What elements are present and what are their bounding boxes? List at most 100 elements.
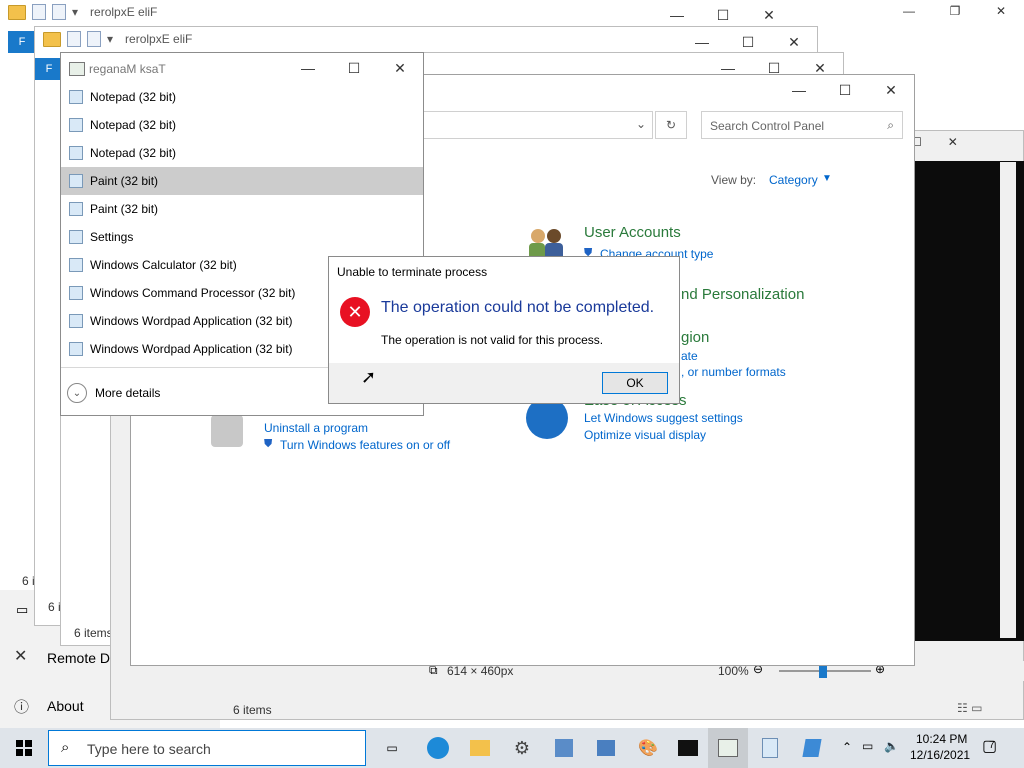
clock-date[interactable]: 12/16/2021	[910, 748, 970, 762]
region-link[interactable]: ate	[681, 349, 698, 363]
maximize-button[interactable]: ☐	[331, 53, 377, 83]
chevron-down-icon: ⌄	[67, 383, 87, 403]
network-icon[interactable]: ▭	[862, 739, 873, 753]
process-label: Paint (32 bit)	[90, 174, 159, 188]
maximize-button[interactable]: ☐	[822, 75, 868, 105]
process-label: Notepad (32 bit)	[90, 90, 177, 104]
uninstall-program-link[interactable]: Uninstall a program	[264, 421, 368, 435]
process-row[interactable]: Paint (32 bit)	[61, 167, 423, 195]
paint-icon	[69, 202, 83, 216]
task-view-icon[interactable]: ▭	[372, 728, 412, 768]
chevron-up-icon[interactable]: ⌃	[842, 740, 852, 754]
chevron-down-icon[interactable]: ⌄	[636, 117, 646, 131]
gear-icon	[69, 230, 83, 244]
users-icon	[529, 227, 569, 257]
control-panel-icon[interactable]	[544, 728, 584, 768]
process-row[interactable]: Paint (32 bit)	[61, 195, 423, 223]
paint-icon[interactable]: 🎨	[628, 728, 668, 768]
volume-icon[interactable]: 🔈	[884, 739, 899, 753]
window-title: rerolpxE eliF	[90, 5, 158, 19]
region-formats-link[interactable]: , or number formats	[681, 365, 786, 379]
file-tab[interactable]: F	[35, 58, 63, 80]
about-item[interactable]: About	[47, 698, 84, 714]
zoom-level: 100%	[718, 664, 749, 678]
appearance-heading[interactable]: nd Personalization	[681, 286, 804, 303]
suggest-settings-link[interactable]: Let Windows suggest settings	[584, 411, 743, 425]
address-bar[interactable]: ⌄	[421, 111, 653, 139]
process-row[interactable]: Notepad (32 bit)	[61, 83, 423, 111]
zoom-slider-thumb[interactable]	[819, 664, 827, 678]
properties-icon[interactable]	[67, 31, 81, 47]
notepad-icon	[69, 146, 83, 160]
process-label: Windows Command Processor (32 bit)	[90, 286, 296, 300]
start-button[interactable]	[4, 728, 44, 768]
paint-title-controls: ☐ ✕	[911, 135, 958, 149]
view-by-dropdown[interactable]: Category	[769, 173, 818, 187]
properties-icon[interactable]	[32, 4, 46, 20]
folder-icon	[43, 31, 61, 47]
shield-icon: ⛊	[264, 438, 273, 450]
more-details-label: More details	[95, 386, 161, 400]
user-accounts-heading[interactable]: User Accounts	[584, 224, 681, 241]
search-input[interactable]: Type here to search	[87, 741, 211, 757]
wordpad-icon[interactable]	[792, 728, 832, 768]
taskbar-search-box[interactable]: ⌕ Type here to search	[48, 730, 366, 766]
more-details-button[interactable]: ⌄ More details	[67, 383, 160, 403]
close-button[interactable]: ✕	[948, 135, 958, 149]
new-folder-icon[interactable]	[87, 31, 101, 47]
ok-button[interactable]: OK	[602, 372, 668, 394]
process-row[interactable]: Notepad (32 bit)	[61, 111, 423, 139]
notepad-icon[interactable]	[750, 728, 790, 768]
process-label: Windows Wordpad Application (32 bit)	[90, 342, 293, 356]
process-row[interactable]: Settings	[61, 223, 423, 251]
settings-icon[interactable]: ⚙	[502, 728, 542, 768]
edge-icon[interactable]	[418, 728, 458, 768]
optimize-display-link[interactable]: Optimize visual display	[584, 428, 706, 442]
refresh-button[interactable]: ↻	[655, 111, 687, 139]
folder-icon	[8, 4, 26, 20]
search-box[interactable]: Search Control Panel ⌕	[701, 111, 903, 139]
window-controls: — ☐ ✕	[285, 53, 423, 83]
close-button[interactable]: ✕	[978, 4, 1024, 28]
info-icon: ⓘ	[14, 699, 30, 716]
vertical-scrollbar[interactable]	[1000, 162, 1016, 638]
task-manager-icon[interactable]	[708, 728, 748, 768]
close-button[interactable]: ✕	[377, 53, 423, 83]
dialog-title: Unable to terminate process	[337, 265, 488, 279]
view-toggle-icons[interactable]: ☷ ▭	[957, 701, 982, 715]
chevron-down-icon[interactable]: ▼	[822, 173, 832, 184]
clock-time[interactable]: 10:24 PM	[916, 732, 967, 746]
status-bar-text: 6 i	[22, 574, 35, 588]
minimize-button[interactable]: —	[285, 53, 331, 83]
paint-icon	[69, 174, 83, 188]
error-dialog: Unable to terminate process ✕ The operat…	[328, 256, 680, 404]
process-row[interactable]: Notepad (32 bit)	[61, 139, 423, 167]
search-input[interactable]: Search Control Panel	[710, 119, 824, 133]
restore-button[interactable]: ❐	[932, 4, 978, 28]
windows-features-link[interactable]: Turn Windows features on or off	[280, 438, 450, 452]
file-explorer-icon[interactable]	[460, 728, 500, 768]
minimize-button[interactable]: —	[776, 75, 822, 105]
calculator-icon[interactable]	[586, 728, 626, 768]
task-manager-icon	[69, 62, 85, 76]
wordpad-icon	[69, 342, 83, 356]
remote-icon: ✕	[14, 648, 28, 665]
search-icon[interactable]: ⌕	[887, 118, 894, 133]
wordpad-icon	[69, 314, 83, 328]
dropdown-icon[interactable]: ▾	[72, 5, 78, 19]
window-title: rerolpxE eliF	[125, 32, 193, 46]
remote-desktop-item[interactable]: Remote D	[47, 650, 110, 666]
cmd-icon[interactable]	[668, 728, 708, 768]
new-folder-icon[interactable]	[52, 4, 66, 20]
region-heading[interactable]: gion	[681, 329, 709, 346]
taskbar: ⌕ Type here to search ▭ ⚙ 🎨 ⌃ ▭ 🔈 10:24 …	[0, 728, 1024, 768]
notification-center-button[interactable]: ▢ 7	[980, 736, 1006, 760]
minimize-button[interactable]: —	[886, 4, 932, 28]
window-title: reganaM ksaT	[89, 62, 166, 76]
dropdown-icon[interactable]: ▾	[107, 32, 113, 46]
file-tab[interactable]: F	[8, 31, 36, 53]
process-label: Paint (32 bit)	[90, 202, 159, 216]
zoom-slider[interactable]	[779, 664, 871, 678]
quick-access-toolbar: ▾ rerolpxE eliF	[8, 4, 157, 20]
close-button[interactable]: ✕	[868, 75, 914, 105]
